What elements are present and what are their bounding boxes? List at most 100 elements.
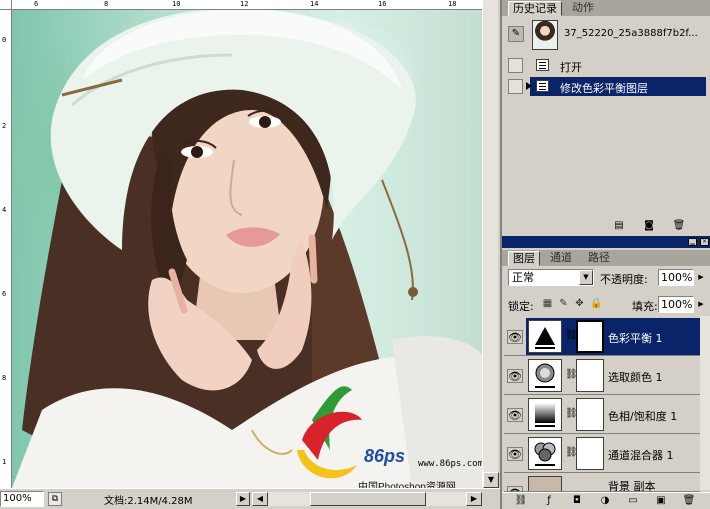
hue-saturation-icon — [528, 398, 562, 431]
eye-icon[interactable]: 👁 — [507, 330, 523, 344]
new-layer-icon[interactable]: ▣ — [654, 495, 668, 508]
close-icon[interactable]: × — [700, 238, 709, 246]
history-tabbar: 历史记录 动作 — [502, 0, 710, 16]
channel-mixer-icon — [528, 437, 562, 470]
trash-icon[interactable]: 🗑 — [672, 220, 686, 233]
lock-paint-icon[interactable]: ✎ — [558, 298, 569, 309]
minimize-icon[interactable]: ▁ — [688, 238, 697, 246]
tab-history[interactable]: 历史记录 — [508, 1, 562, 16]
eye-icon[interactable]: 👁 — [507, 408, 523, 422]
fill-label: 填充: — [632, 300, 658, 313]
status-menu-arrow-icon[interactable]: ▶ — [236, 492, 250, 506]
ruler-number: 10 — [172, 0, 181, 8]
trash-icon[interactable]: 🗑 — [682, 495, 696, 508]
ruler-number: 1 — [2, 458, 7, 466]
layers-tabbar: 图层 通道 路径 — [502, 250, 710, 266]
layer-row[interactable]: 👁 ⛓ 色相/饱和度 1 — [504, 396, 700, 434]
horizontal-ruler[interactable]: 6 8 10 12 14 16 18 — [12, 0, 482, 10]
ruler-number: 6 — [34, 0, 39, 8]
ruler-number: 4 — [2, 206, 7, 214]
fill-arrow-icon[interactable]: ▶ — [696, 296, 706, 313]
tab-paths[interactable]: 路径 — [584, 251, 614, 266]
history-item[interactable]: 打开 — [506, 56, 708, 75]
history-brush-icon[interactable]: ✎ — [508, 26, 524, 42]
link-icon[interactable]: ⛓ — [514, 495, 528, 508]
layer-row[interactable]: 👁 ⛓ 通道混合器 1 — [504, 435, 700, 473]
lock-transparency-icon[interactable]: ▦ — [542, 298, 553, 309]
document-window: 6 8 10 12 14 16 18 0 2 4 6 8 1 86ps www.… — [0, 0, 500, 509]
history-state-icon — [536, 59, 549, 71]
fill-input[interactable]: 100% — [658, 296, 694, 313]
folder-icon[interactable]: ▭ — [626, 495, 640, 508]
layer-mask-thumbnail[interactable] — [576, 398, 604, 431]
layer-row-selected[interactable]: 👁 ⛓ 色彩平衡 1 — [504, 318, 700, 356]
layer-name: 通道混合器 1 — [608, 449, 674, 462]
vertical-scrollbar[interactable]: ▼ — [482, 0, 499, 488]
snapshot-name: 37_52220_25a3888f7b2f... — [564, 28, 698, 39]
ruler-number: 0 — [2, 36, 7, 44]
mask-icon[interactable]: ◘ — [570, 495, 584, 508]
color-balance-icon — [528, 320, 562, 353]
history-brush-source-box[interactable] — [508, 79, 523, 94]
horizontal-scrollbar[interactable]: ◀ ▶ — [252, 492, 482, 506]
layers-bottom-toolbar: ⛓ ƒ ◘ ◑ ▭ ▣ 🗑 — [502, 492, 710, 509]
ruler-number: 16 — [378, 0, 387, 8]
eye-icon[interactable]: 👁 — [507, 369, 523, 383]
blend-mode-value: 正常 — [512, 271, 534, 284]
scroll-right-button[interactable]: ▶ — [466, 492, 482, 506]
horizontal-scroll-thumb[interactable] — [310, 492, 426, 506]
ruler-corner[interactable] — [0, 0, 12, 10]
opacity-arrow-icon[interactable]: ▶ — [696, 269, 706, 286]
layers-titlebar[interactable]: ▁ × — [502, 236, 710, 248]
blend-mode-select[interactable]: 正常 ▼ — [508, 269, 594, 286]
scroll-down-button[interactable]: ▼ — [483, 472, 499, 488]
layer-mask-thumbnail[interactable] — [576, 320, 604, 353]
camera-icon[interactable]: ◙ — [642, 220, 656, 233]
eye-icon[interactable]: 👁 — [507, 447, 523, 461]
image-canvas[interactable]: 86ps www.86ps.com 中国Photoshop资源网 — [12, 10, 482, 488]
layer-name: 色相/饱和度 1 — [608, 410, 678, 423]
history-snapshot[interactable]: ✎ 37_52220_25a3888f7b2f... — [508, 20, 706, 50]
opacity-label: 不透明度: — [600, 273, 648, 286]
tab-layers[interactable]: 图层 — [508, 251, 540, 266]
status-bar: 100% ⧉ 文档:2.14M/4.28M ▶ ◀ ▶ — [0, 488, 500, 509]
history-state-marker-icon — [526, 82, 532, 90]
image-icon — [528, 476, 562, 491]
history-item-selected[interactable]: 修改色彩平衡图层 — [506, 77, 708, 96]
fx-icon[interactable]: ƒ — [542, 495, 556, 508]
portrait-photo — [12, 10, 482, 488]
history-item-label: 打开 — [560, 61, 582, 74]
document-info-icon[interactable]: ⧉ — [48, 492, 62, 506]
ruler-number: 18 — [448, 0, 457, 8]
layer-mask-thumbnail[interactable] — [576, 359, 604, 392]
layer-row[interactable]: 👁 背景 副本 — [504, 474, 700, 492]
vertical-ruler[interactable]: 0 2 4 6 8 1 — [0, 10, 12, 488]
chevron-down-icon[interactable]: ▼ — [579, 270, 593, 285]
watermark-brand: 86ps — [364, 446, 406, 466]
ruler-number: 2 — [2, 122, 7, 130]
history-state-icon — [536, 80, 549, 92]
scroll-left-button[interactable]: ◀ — [252, 492, 268, 506]
new-document-icon[interactable]: ▤ — [612, 220, 626, 233]
selective-color-icon — [528, 359, 562, 392]
lock-label: 锁定: — [508, 300, 534, 313]
layer-name: 色彩平衡 1 — [608, 332, 663, 345]
ruler-number: 8 — [104, 0, 109, 8]
tab-channels[interactable]: 通道 — [546, 251, 576, 266]
lock-all-icon[interactable]: 🔒 — [590, 298, 602, 309]
adjustment-icon[interactable]: ◑ — [598, 495, 612, 508]
layers-scrollbar[interactable] — [700, 316, 710, 490]
layer-mask-thumbnail[interactable] — [576, 437, 604, 470]
ruler-number: 12 — [240, 0, 249, 8]
tab-actions[interactable]: 动作 — [568, 1, 598, 16]
watermark-caption: 中国Photoshop资源网 — [358, 482, 456, 488]
document-size: 文档:2.14M/4.28M — [104, 496, 193, 507]
layer-row[interactable]: 👁 ⛓ 选取颜色 1 — [504, 357, 700, 395]
lock-move-icon[interactable]: ✥ — [574, 298, 585, 309]
history-brush-source-box[interactable] — [508, 58, 523, 73]
layer-name: 背景 副本 — [608, 480, 656, 492]
panel-dock: 历史记录 动作 ✎ 37_52220_25a3888f7b2f... 打开 修改… — [500, 0, 710, 509]
layer-name: 选取颜色 1 — [608, 371, 663, 384]
opacity-input[interactable]: 100% — [658, 269, 694, 286]
zoom-field[interactable]: 100% — [0, 491, 44, 507]
